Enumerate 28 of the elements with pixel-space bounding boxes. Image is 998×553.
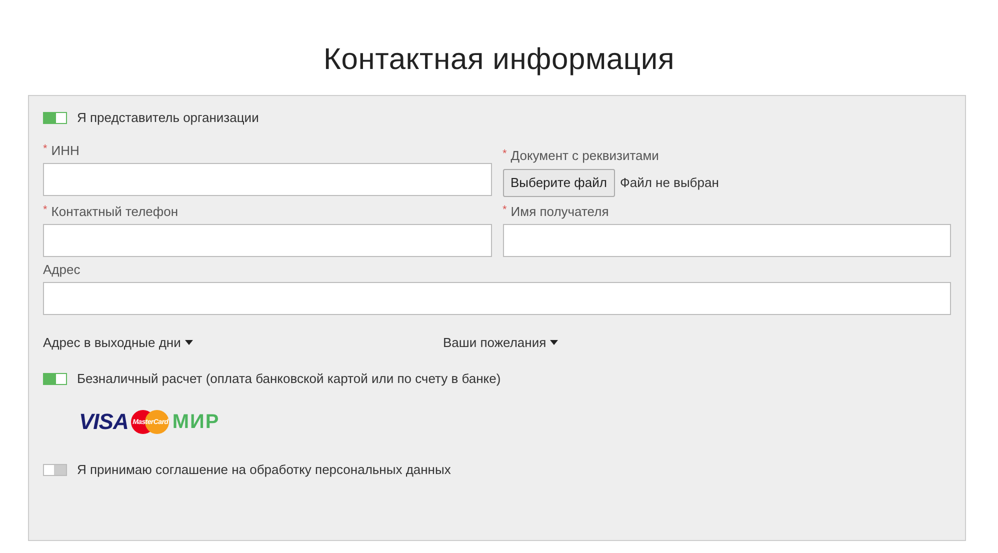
field-label: Контактный телефон bbox=[51, 204, 178, 219]
field-label: Адрес bbox=[43, 262, 80, 277]
field-label: Документ с реквизитами bbox=[510, 148, 659, 163]
toggle-switch[interactable] bbox=[43, 112, 67, 124]
choose-file-button[interactable]: Выберите файл bbox=[502, 168, 615, 196]
page-title: Контактная информация bbox=[322, 42, 676, 78]
text-field[interactable] bbox=[43, 282, 951, 315]
visa-logo: VISA bbox=[79, 409, 128, 435]
required-mark: * bbox=[43, 143, 48, 155]
dropdown-toggle[interactable]: Адрес в выходные дни bbox=[43, 332, 443, 352]
field-label: Имя получателя bbox=[510, 204, 609, 219]
field-label: ИНН bbox=[51, 143, 80, 158]
text-field[interactable] bbox=[502, 224, 951, 257]
required-mark: * bbox=[43, 204, 48, 216]
toggle-label: Безналичный расчет (оплата банковской картой или по счету в банке) bbox=[77, 371, 501, 386]
text-field[interactable] bbox=[43, 224, 492, 257]
toggle-label: Я представитель организации bbox=[77, 110, 259, 125]
required-mark: * bbox=[502, 204, 507, 216]
toggle-switch[interactable] bbox=[43, 372, 67, 384]
caret-icon bbox=[184, 340, 193, 344]
toggle-switch[interactable] bbox=[43, 464, 67, 476]
file-status: Файл не выбран bbox=[620, 175, 719, 190]
dropdown-toggle[interactable]: Ваши пожелания bbox=[443, 332, 843, 352]
caret-icon bbox=[550, 340, 558, 344]
toggle-label: Я принимаю соглашение на обработку персональных данных bbox=[77, 462, 451, 477]
text-field[interactable] bbox=[43, 163, 492, 196]
mir-logo: МИР bbox=[172, 410, 220, 434]
required-mark: * bbox=[502, 148, 507, 160]
